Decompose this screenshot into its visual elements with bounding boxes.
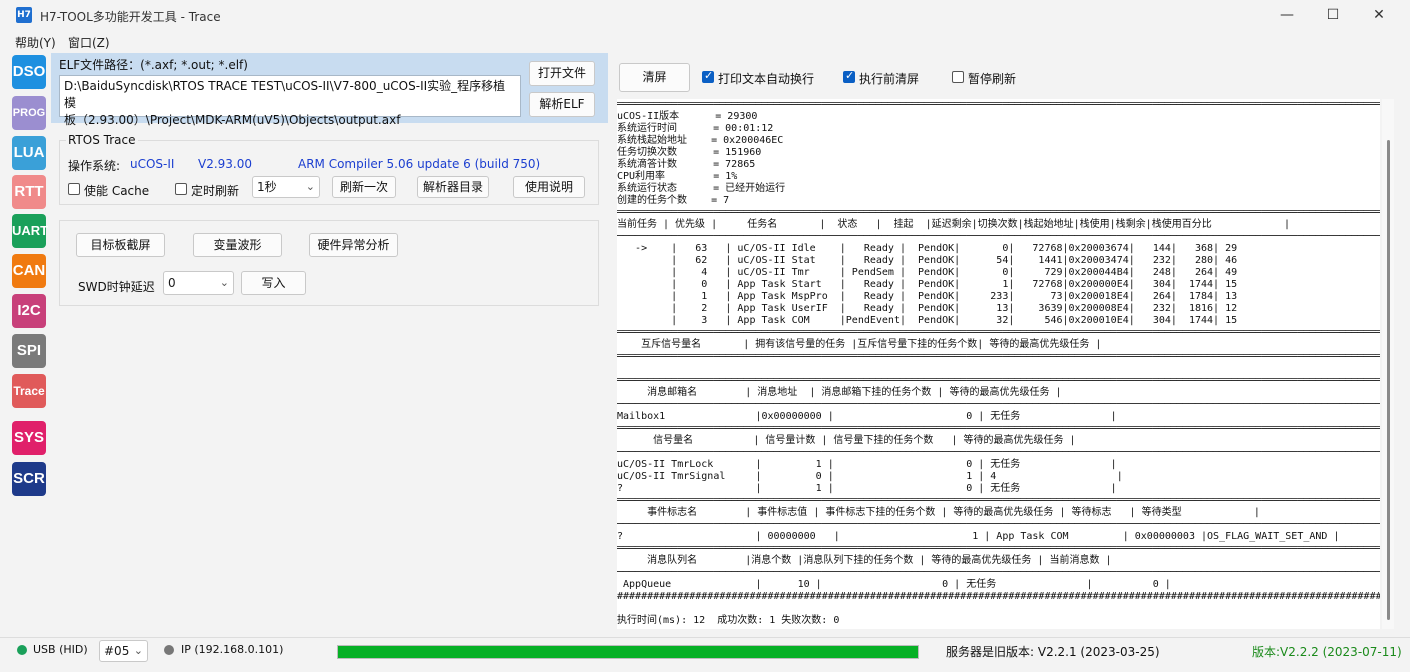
console-scrollbar-thumb[interactable] <box>1387 140 1390 620</box>
timer-refresh-label: 定时刷新 <box>191 184 240 198</box>
parser-dir-button[interactable]: 解析器目录 <box>417 176 489 198</box>
minimize-icon[interactable]: — <box>1264 0 1310 30</box>
title-bar: H7 H7-TOOL多功能开发工具 - Trace — ☐ ✕ <box>0 0 1410 30</box>
os-label: 操作系统: <box>68 159 121 173</box>
ip-status-label: IP (192.168.0.101) <box>181 643 284 656</box>
refresh-interval-select[interactable]: 1秒 ⌄ <box>252 176 320 198</box>
parse-elf-button[interactable]: 解析ELF <box>529 92 595 117</box>
sidebar-sys-button[interactable]: SYS <box>12 421 46 455</box>
clear-before-run-label: 执行前清屏 <box>859 72 920 86</box>
device-select[interactable]: #05 ⌄ <box>99 640 148 662</box>
server-version-label: 服务器是旧版本: V2.2.1 (2023-03-25) <box>946 645 1160 659</box>
timer-refresh-checkbox[interactable] <box>175 183 187 195</box>
cache-checkbox[interactable] <box>68 183 80 195</box>
close-icon[interactable]: ✕ <box>1356 0 1402 30</box>
clear-before-run-checkbox[interactable] <box>843 69 855 83</box>
pause-refresh-checkbox[interactable] <box>952 71 964 83</box>
auto-wrap-checkbox[interactable] <box>702 69 714 83</box>
os-name: uCOS-II <box>130 157 175 171</box>
compiler-info: ARM Compiler 5.06 update 6 (build 750) <box>298 157 541 171</box>
sidebar-lua-button[interactable]: LUA <box>12 136 46 170</box>
trace-console-text: ════════════════════════════════════════… <box>617 99 1380 626</box>
chevron-down-icon: ⌄ <box>305 180 315 193</box>
trace-console[interactable]: ════════════════════════════════════════… <box>617 99 1380 629</box>
refresh-once-button[interactable]: 刷新一次 <box>332 176 396 198</box>
open-file-button[interactable]: 打开文件 <box>529 61 595 86</box>
swd-write-button[interactable]: 写入 <box>241 271 306 295</box>
progress-bar <box>337 645 919 659</box>
elf-path-label: ELF文件路径：(*.axf; *.out; *.elf) <box>59 58 248 72</box>
sidebar-scr-button[interactable]: SCR <box>12 462 46 496</box>
usb-status-label: USB (HID) <box>33 643 88 656</box>
app-icon: H7 <box>16 7 32 23</box>
status-bar: USB (HID) #05 ⌄ IP (192.168.0.101) 服务器是旧… <box>0 637 1410 672</box>
help-button[interactable]: 使用说明 <box>513 176 585 198</box>
swd-delay-label: SWD时钟延迟 <box>78 280 155 294</box>
sidebar-trace-button[interactable]: Trace <box>12 374 46 408</box>
client-version-label: 版本:V2.2.2 (2023-07-11) <box>1252 645 1402 659</box>
chevron-down-icon: ⌄ <box>219 276 229 289</box>
ip-status-icon <box>164 645 174 655</box>
usb-status-icon <box>17 645 27 655</box>
sidebar-can-button[interactable]: CAN <box>12 254 46 288</box>
swd-delay-select[interactable]: 0 ⌄ <box>163 271 234 295</box>
maximize-icon[interactable]: ☐ <box>1310 0 1356 30</box>
sidebar-spi-button[interactable]: SPI <box>12 334 46 368</box>
elf-path-line1: D:\BaiduSyncdisk\RTOS TRACE TEST\uCOS-II… <box>64 79 506 110</box>
target-screenshot-button[interactable]: 目标板截屏 <box>76 233 165 257</box>
sidebar-i2c-button[interactable]: I2C <box>12 294 46 328</box>
menu-bar: 帮助(Y) 窗口(Z) <box>0 30 1410 52</box>
elf-path-line2: 板（2.93.00）\Project\MDK-ARM(uV5)\Objects\… <box>64 113 401 127</box>
chevron-down-icon: ⌄ <box>133 644 143 657</box>
pause-refresh-label: 暂停刷新 <box>968 72 1017 86</box>
sidebar-prog-button[interactable]: PROG <box>12 96 46 130</box>
auto-wrap-label: 打印文本自动换行 <box>718 72 815 86</box>
elf-panel: ELF文件路径：(*.axf; *.out; *.elf) D:\BaiduSy… <box>51 53 608 127</box>
elf-path-field[interactable]: D:\BaiduSyncdisk\RTOS TRACE TEST\uCOS-II… <box>59 75 521 127</box>
menu-window[interactable]: 窗口(Z) <box>68 34 110 51</box>
clear-screen-button[interactable]: 清屏 <box>619 63 690 92</box>
variable-waveform-button[interactable]: 变量波形 <box>193 233 282 257</box>
tool-sidebar: DSO PROG LUA RTT UART CAN I2C SPI Trace … <box>10 53 48 633</box>
os-version: V2.93.00 <box>198 157 253 171</box>
cache-label: 使能 Cache <box>84 184 150 198</box>
rtos-group-title: RTOS Trace <box>66 133 138 147</box>
sidebar-dso-button[interactable]: DSO <box>12 55 46 89</box>
sidebar-rtt-button[interactable]: RTT <box>12 175 46 209</box>
sidebar-uart-button[interactable]: UART <box>12 214 48 248</box>
device-value: #05 <box>104 644 130 658</box>
window-title: H7-TOOL多功能开发工具 - Trace <box>40 10 221 24</box>
progress-fill <box>338 646 918 658</box>
hardfault-analysis-button[interactable]: 硬件异常分析 <box>309 233 398 257</box>
refresh-interval-value: 1秒 <box>257 180 277 194</box>
menu-help[interactable]: 帮助(Y) <box>15 34 56 51</box>
swd-delay-value: 0 <box>168 276 176 290</box>
